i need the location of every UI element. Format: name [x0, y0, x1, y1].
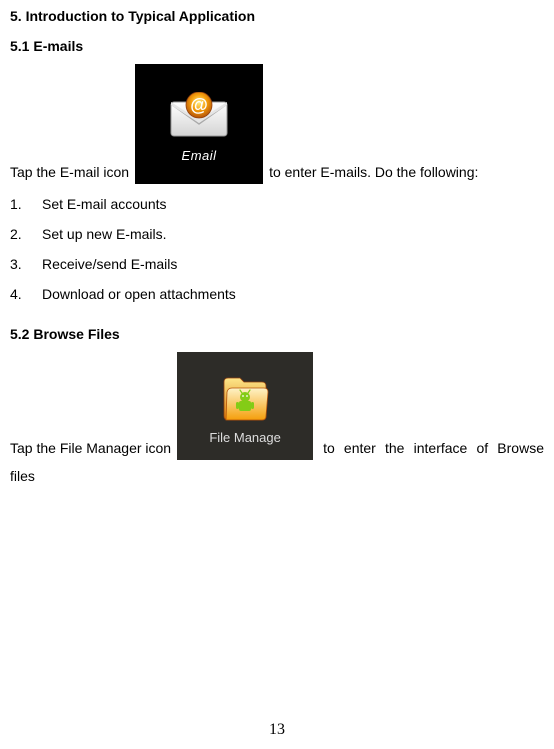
file-tap-line: Tap the File Manager icon: [10, 352, 544, 460]
file-icon-label: File Manage: [209, 430, 281, 445]
step-number: 1.: [10, 196, 42, 212]
file-line-continued: files: [10, 466, 544, 487]
email-tap-line: Tap the E-mail icon: [10, 64, 544, 184]
email-icon-label: Email: [182, 148, 217, 163]
email-icon: @ Email: [135, 64, 263, 184]
email-line-before: Tap the E-mail icon: [10, 164, 129, 180]
list-item: 1. Set E-mail accounts: [10, 196, 544, 212]
list-item: 4. Download or open attachments: [10, 286, 544, 302]
step-number: 2.: [10, 226, 42, 242]
email-steps-list: 1. Set E-mail accounts 2. Set up new E-m…: [10, 196, 544, 302]
list-item: 2. Set up new E-mails.: [10, 226, 544, 242]
file-line-after: to enter the interface of Browse: [323, 440, 544, 456]
svg-text:@: @: [190, 95, 208, 115]
section-heading: 5. Introduction to Typical Application: [10, 8, 544, 24]
list-item: 3. Receive/send E-mails: [10, 256, 544, 272]
file-manager-icon: File Manage: [177, 352, 313, 460]
subsection-heading-browse: 5.2 Browse Files: [10, 326, 544, 342]
step-number: 4.: [10, 286, 42, 302]
subsection-heading-emails: 5.1 E-mails: [10, 38, 544, 54]
step-text: Set up new E-mails.: [42, 226, 167, 242]
file-line-before: Tap the File Manager icon: [10, 440, 171, 456]
step-number: 3.: [10, 256, 42, 272]
email-line-after: to enter E-mails. Do the following:: [269, 164, 478, 180]
step-text: Receive/send E-mails: [42, 256, 177, 272]
page-number: 13: [0, 721, 554, 739]
step-text: Download or open attachments: [42, 286, 236, 302]
step-text: Set E-mail accounts: [42, 196, 167, 212]
